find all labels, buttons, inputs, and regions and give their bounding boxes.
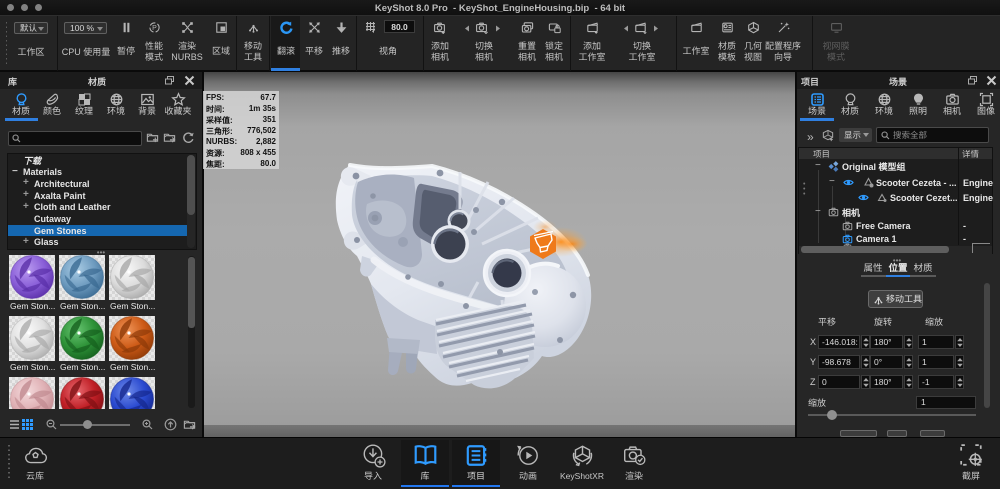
svg-text:P: P	[152, 25, 157, 32]
